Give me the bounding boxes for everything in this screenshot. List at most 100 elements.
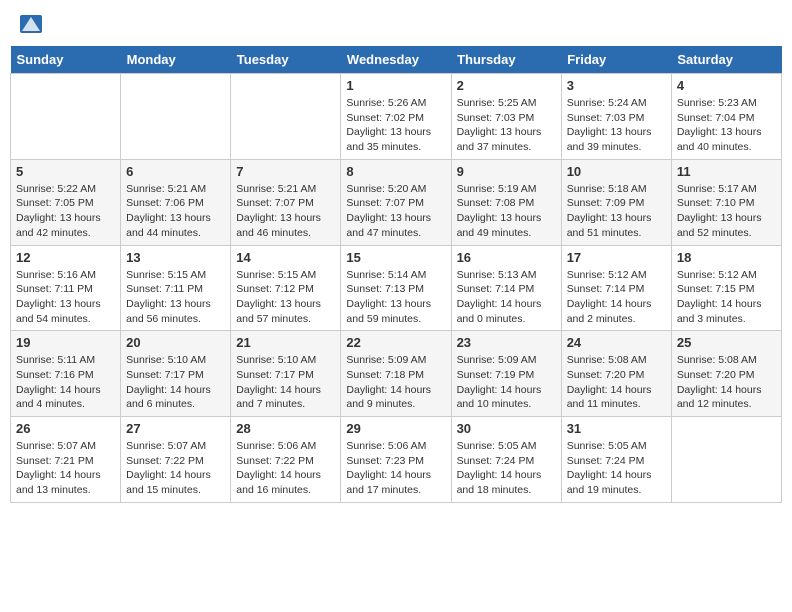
day-number: 16 — [457, 250, 556, 265]
day-info: Sunrise: 5:20 AM Sunset: 7:07 PM Dayligh… — [346, 182, 445, 241]
day-number: 30 — [457, 421, 556, 436]
calendar-cell: 10 Sunrise: 5:18 AM Sunset: 7:09 PM Dayli… — [561, 159, 671, 245]
day-number: 28 — [236, 421, 335, 436]
day-number: 4 — [677, 78, 776, 93]
day-number: 19 — [16, 335, 115, 350]
col-header-thursday: Thursday — [451, 46, 561, 74]
calendar-cell: 28Sunrise: 5:06 AM Sunset: 7:22 PM Dayli… — [231, 417, 341, 503]
day-info: Sunrise: 5:08 AM Sunset: 7:20 PM Dayligh… — [567, 353, 666, 412]
day-number: 31 — [567, 421, 666, 436]
day-number: 12 — [16, 250, 115, 265]
col-header-sunday: Sunday — [11, 46, 121, 74]
day-number: 7 — [236, 164, 335, 179]
day-info: Sunrise: 5:17 AM Sunset: 7:10 PM Dayligh… — [677, 182, 776, 241]
day-info: Sunrise: 5:26 AM Sunset: 7:02 PM Dayligh… — [346, 96, 445, 155]
calendar-cell: 1 Sunrise: 5:26 AM Sunset: 7:02 PM Daylig… — [341, 74, 451, 160]
col-header-monday: Monday — [121, 46, 231, 74]
day-info: Sunrise: 5:10 AM Sunset: 7:17 PM Dayligh… — [126, 353, 225, 412]
day-number: 20 — [126, 335, 225, 350]
day-number: 8 — [346, 164, 445, 179]
col-header-friday: Friday — [561, 46, 671, 74]
day-info: Sunrise: 5:23 AM Sunset: 7:04 PM Dayligh… — [677, 96, 776, 155]
calendar-cell: 6 Sunrise: 5:21 AM Sunset: 7:06 PM Daylig… — [121, 159, 231, 245]
calendar-cell: 20 Sunrise: 5:10 AM Sunset: 7:17 PM Dayli… — [121, 331, 231, 417]
calendar-cell: 30 Sunrise: 5:05 AM Sunset: 7:24 PM Dayli… — [451, 417, 561, 503]
day-info: Sunrise: 5:12 AM Sunset: 7:14 PM Dayligh… — [567, 268, 666, 327]
day-number: 13 — [126, 250, 225, 265]
calendar-cell: 18 Sunrise: 5:12 AM Sunset: 7:15 PM Dayli… — [671, 245, 781, 331]
day-number: 22 — [346, 335, 445, 350]
day-number: 15 — [346, 250, 445, 265]
day-info: Sunrise: 5:06 AM Sunset: 7:23 PM Dayligh… — [346, 439, 445, 498]
calendar-cell: 5Sunrise: 5:22 AM Sunset: 7:05 PM Daylig… — [11, 159, 121, 245]
calendar-cell: 16 Sunrise: 5:13 AM Sunset: 7:14 PM Dayli… — [451, 245, 561, 331]
calendar-cell — [11, 74, 121, 160]
day-info: Sunrise: 5:07 AM Sunset: 7:22 PM Dayligh… — [126, 439, 225, 498]
day-info: Sunrise: 5:15 AM Sunset: 7:11 PM Dayligh… — [126, 268, 225, 327]
day-number: 14 — [236, 250, 335, 265]
calendar-cell: 8 Sunrise: 5:20 AM Sunset: 7:07 PM Daylig… — [341, 159, 451, 245]
calendar-cell: 25 Sunrise: 5:08 AM Sunset: 7:20 PM Dayli… — [671, 331, 781, 417]
calendar-cell — [231, 74, 341, 160]
calendar-cell — [671, 417, 781, 503]
week-row-5: 26 Sunrise: 5:07 AM Sunset: 7:21 PM Dayli… — [11, 417, 782, 503]
day-info: Sunrise: 5:24 AM Sunset: 7:03 PM Dayligh… — [567, 96, 666, 155]
calendar-cell: 2Sunrise: 5:25 AM Sunset: 7:03 PM Daylig… — [451, 74, 561, 160]
day-info: Sunrise: 5:09 AM Sunset: 7:18 PM Dayligh… — [346, 353, 445, 412]
page-header — [10, 10, 782, 38]
calendar-cell: 7Sunrise: 5:21 AM Sunset: 7:07 PM Daylig… — [231, 159, 341, 245]
day-number: 25 — [677, 335, 776, 350]
day-info: Sunrise: 5:10 AM Sunset: 7:17 PM Dayligh… — [236, 353, 335, 412]
logo-icon — [20, 15, 42, 33]
week-row-1: 1 Sunrise: 5:26 AM Sunset: 7:02 PM Daylig… — [11, 74, 782, 160]
calendar-cell: 3 Sunrise: 5:24 AM Sunset: 7:03 PM Daylig… — [561, 74, 671, 160]
day-number: 10 — [567, 164, 666, 179]
day-info: Sunrise: 5:08 AM Sunset: 7:20 PM Dayligh… — [677, 353, 776, 412]
calendar-cell: 11Sunrise: 5:17 AM Sunset: 7:10 PM Dayli… — [671, 159, 781, 245]
week-row-3: 12 Sunrise: 5:16 AM Sunset: 7:11 PM Dayli… — [11, 245, 782, 331]
day-number: 18 — [677, 250, 776, 265]
day-info: Sunrise: 5:14 AM Sunset: 7:13 PM Dayligh… — [346, 268, 445, 327]
day-info: Sunrise: 5:16 AM Sunset: 7:11 PM Dayligh… — [16, 268, 115, 327]
day-info: Sunrise: 5:18 AM Sunset: 7:09 PM Dayligh… — [567, 182, 666, 241]
day-number: 21 — [236, 335, 335, 350]
day-number: 9 — [457, 164, 556, 179]
calendar-cell: 26 Sunrise: 5:07 AM Sunset: 7:21 PM Dayli… — [11, 417, 121, 503]
day-number: 1 — [346, 78, 445, 93]
day-info: Sunrise: 5:05 AM Sunset: 7:24 PM Dayligh… — [457, 439, 556, 498]
day-info: Sunrise: 5:12 AM Sunset: 7:15 PM Dayligh… — [677, 268, 776, 327]
col-header-saturday: Saturday — [671, 46, 781, 74]
day-number: 29 — [346, 421, 445, 436]
day-info: Sunrise: 5:13 AM Sunset: 7:14 PM Dayligh… — [457, 268, 556, 327]
logo — [20, 15, 44, 33]
calendar-cell: 14Sunrise: 5:15 AM Sunset: 7:12 PM Dayli… — [231, 245, 341, 331]
calendar-cell: 29 Sunrise: 5:06 AM Sunset: 7:23 PM Dayli… — [341, 417, 451, 503]
calendar-cell: 17 Sunrise: 5:12 AM Sunset: 7:14 PM Dayli… — [561, 245, 671, 331]
day-info: Sunrise: 5:21 AM Sunset: 7:06 PM Dayligh… — [126, 182, 225, 241]
day-number: 17 — [567, 250, 666, 265]
day-number: 3 — [567, 78, 666, 93]
day-number: 27 — [126, 421, 225, 436]
calendar-cell: 13 Sunrise: 5:15 AM Sunset: 7:11 PM Dayli… — [121, 245, 231, 331]
day-number: 6 — [126, 164, 225, 179]
day-info: Sunrise: 5:11 AM Sunset: 7:16 PM Dayligh… — [16, 353, 115, 412]
day-number: 23 — [457, 335, 556, 350]
calendar-cell: 4 Sunrise: 5:23 AM Sunset: 7:04 PM Daylig… — [671, 74, 781, 160]
week-row-4: 19 Sunrise: 5:11 AM Sunset: 7:16 PM Dayli… — [11, 331, 782, 417]
header-row: SundayMondayTuesdayWednesdayThursdayFrid… — [11, 46, 782, 74]
calendar-table: SundayMondayTuesdayWednesdayThursdayFrid… — [10, 46, 782, 503]
calendar-cell: 23Sunrise: 5:09 AM Sunset: 7:19 PM Dayli… — [451, 331, 561, 417]
day-number: 26 — [16, 421, 115, 436]
calendar-cell: 19 Sunrise: 5:11 AM Sunset: 7:16 PM Dayli… — [11, 331, 121, 417]
calendar-cell: 31 Sunrise: 5:05 AM Sunset: 7:24 PM Dayli… — [561, 417, 671, 503]
day-number: 2 — [457, 78, 556, 93]
day-info: Sunrise: 5:07 AM Sunset: 7:21 PM Dayligh… — [16, 439, 115, 498]
calendar-cell: 22 Sunrise: 5:09 AM Sunset: 7:18 PM Dayli… — [341, 331, 451, 417]
calendar-cell: 21 Sunrise: 5:10 AM Sunset: 7:17 PM Dayli… — [231, 331, 341, 417]
day-info: Sunrise: 5:19 AM Sunset: 7:08 PM Dayligh… — [457, 182, 556, 241]
col-header-wednesday: Wednesday — [341, 46, 451, 74]
day-info: Sunrise: 5:05 AM Sunset: 7:24 PM Dayligh… — [567, 439, 666, 498]
calendar-cell: 24Sunrise: 5:08 AM Sunset: 7:20 PM Dayli… — [561, 331, 671, 417]
day-number: 5 — [16, 164, 115, 179]
col-header-tuesday: Tuesday — [231, 46, 341, 74]
